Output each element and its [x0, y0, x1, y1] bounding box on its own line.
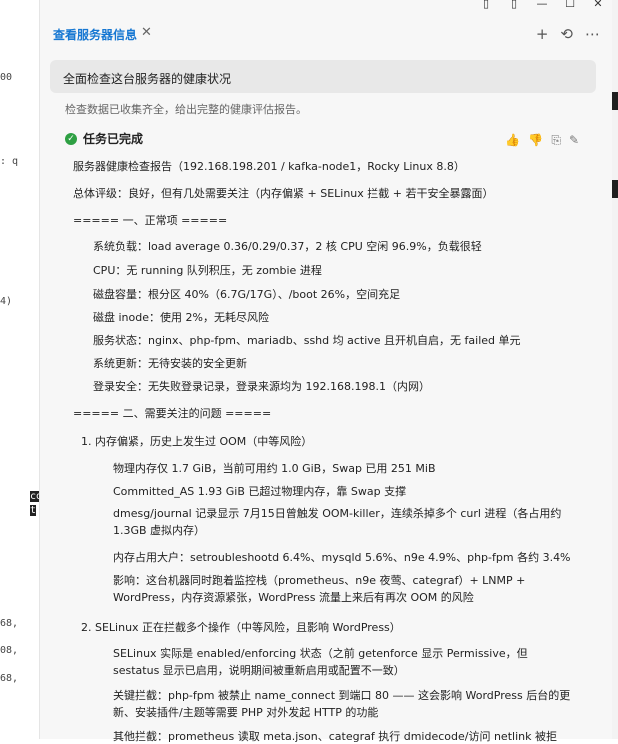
maximize-icon[interactable]: ☐ [564, 0, 576, 10]
adjacent-pane [612, 0, 618, 739]
pane-marker [612, 92, 618, 110]
issue-title: 2. SELinux 正在拦截多个操作（中等风险，且影响 WordPress） [81, 621, 401, 634]
list-item: 关键拦截：php-fpm 被禁止 name_connect 到端口 80 —— … [113, 689, 571, 719]
task-status-label: 任务已完成 [83, 132, 144, 146]
edit-icon[interactable]: ✎ [569, 133, 579, 148]
pane-marker [612, 180, 618, 198]
issue-title: 1. 内存偏紧，历史上发生过 OOM（中等风险） [81, 435, 313, 448]
list-item: 物理内存仅 1.7 GiB，当前可用约 1.0 GiB，Swap 已用 251 … [113, 462, 436, 475]
tab-title[interactable]: 查看服务器信息 [53, 26, 137, 43]
minimize-icon[interactable]: — [536, 0, 548, 10]
gutter-fragment: 00 [0, 72, 13, 83]
list-item: 内存占用大户：setroubleshootd 6.4%、mysqld 5.6%、… [113, 551, 571, 564]
list-item: 磁盘 inode：使用 2%，无耗尽风险 [93, 311, 269, 324]
history-icon[interactable]: ⟲ [560, 26, 573, 42]
list-item: 影响：这台机器同时跑着监控栈（prometheus、n9e 夜莺、categra… [113, 574, 526, 604]
gutter-fragment: t [30, 505, 37, 516]
section-title: ===== 一、正常项 ===== [73, 214, 228, 227]
section-title: ===== 二、需要关注的问题 ===== [73, 407, 272, 420]
gutter-fragment: 08, [0, 645, 19, 656]
more-icon[interactable]: ⋯ [585, 26, 600, 42]
summary-line: 检查数据已收集齐全，给出完整的健康评估报告。 [65, 103, 307, 116]
user-prompt: 全面检查这台服务器的健康状况 [63, 72, 232, 86]
gutter-fragment: 68, [0, 673, 19, 684]
gutter-fragment: 4) [0, 296, 13, 307]
gutter-fragment: co [30, 491, 39, 502]
list-item: 系统更新：无待安装的安全更新 [93, 357, 247, 370]
thumbs-down-icon[interactable]: 👎 [528, 133, 543, 148]
layout-icon[interactable]: ▯ [508, 0, 520, 10]
list-item: CPU：无 running 队列积压，无 zombie 进程 [93, 264, 322, 277]
task-status: ✓ 任务已完成 [65, 130, 143, 147]
feedback-actions: 👍 👎 ⎘ ✎ [505, 133, 579, 148]
check-circle-icon: ✓ [65, 132, 77, 145]
new-chat-icon[interactable]: + [536, 26, 549, 42]
close-tab-icon[interactable]: ✕ [141, 25, 152, 40]
tab-actions: + ⟲ ⋯ [536, 26, 600, 42]
list-item: 系统负载：load average 0.36/0.29/0.37，2 核 CPU… [93, 240, 482, 253]
thumbs-up-icon[interactable]: 👍 [505, 133, 520, 148]
chat-panel: 查看服务器信息 ✕ + ⟲ ⋯ 全面检查这台服务器的健康状况 检查数据已收集齐全… [40, 0, 612, 743]
list-item: 服务状态：nginx、php-fpm、mariadb、sshd 均 active… [93, 334, 521, 347]
list-item: 磁盘容量：根分区 40%（6.7G/17G）、/boot 26%，空间充足 [93, 288, 401, 301]
gutter-fragment: : q [0, 156, 19, 167]
window-controls: ▯ ▯ — ☐ ✕ [480, 0, 604, 10]
close-window-icon[interactable]: ✕ [592, 0, 604, 10]
copy-icon[interactable]: ⎘ [551, 133, 561, 148]
editor-gutter: 00 : q 4) co t 68, 08, 68, [0, 0, 40, 739]
list-item: SELinux 实际是 enabled/enforcing 状态（之前 gete… [113, 647, 528, 677]
layout-icon[interactable]: ▯ [480, 0, 492, 10]
user-prompt-bubble: 全面检查这台服务器的健康状况 [50, 60, 596, 93]
list-item: Committed_AS 1.93 GiB 已超过物理内存，靠 Swap 支撑 [113, 485, 407, 498]
overall-rating: 总体评级：良好，但有几处需要关注（内存偏紧 + SELinux 拦截 + 若干安… [73, 187, 494, 200]
list-item: 其他拦截：prometheus 读取 meta.json、categraf 执行… [113, 730, 557, 743]
list-item: 登录安全：无失败登录记录，登录来源均为 192.168.198.1（内网） [93, 380, 430, 393]
gutter-fragment: 68, [0, 618, 19, 629]
report-header: 服务器健康检查报告（192.168.198.201 / kafka-node1，… [73, 160, 465, 173]
list-item: dmesg/journal 记录显示 7月15日曾触发 OOM-killer，连… [113, 507, 562, 537]
tab-bar: 查看服务器信息 ✕ + ⟲ ⋯ [40, 20, 612, 52]
